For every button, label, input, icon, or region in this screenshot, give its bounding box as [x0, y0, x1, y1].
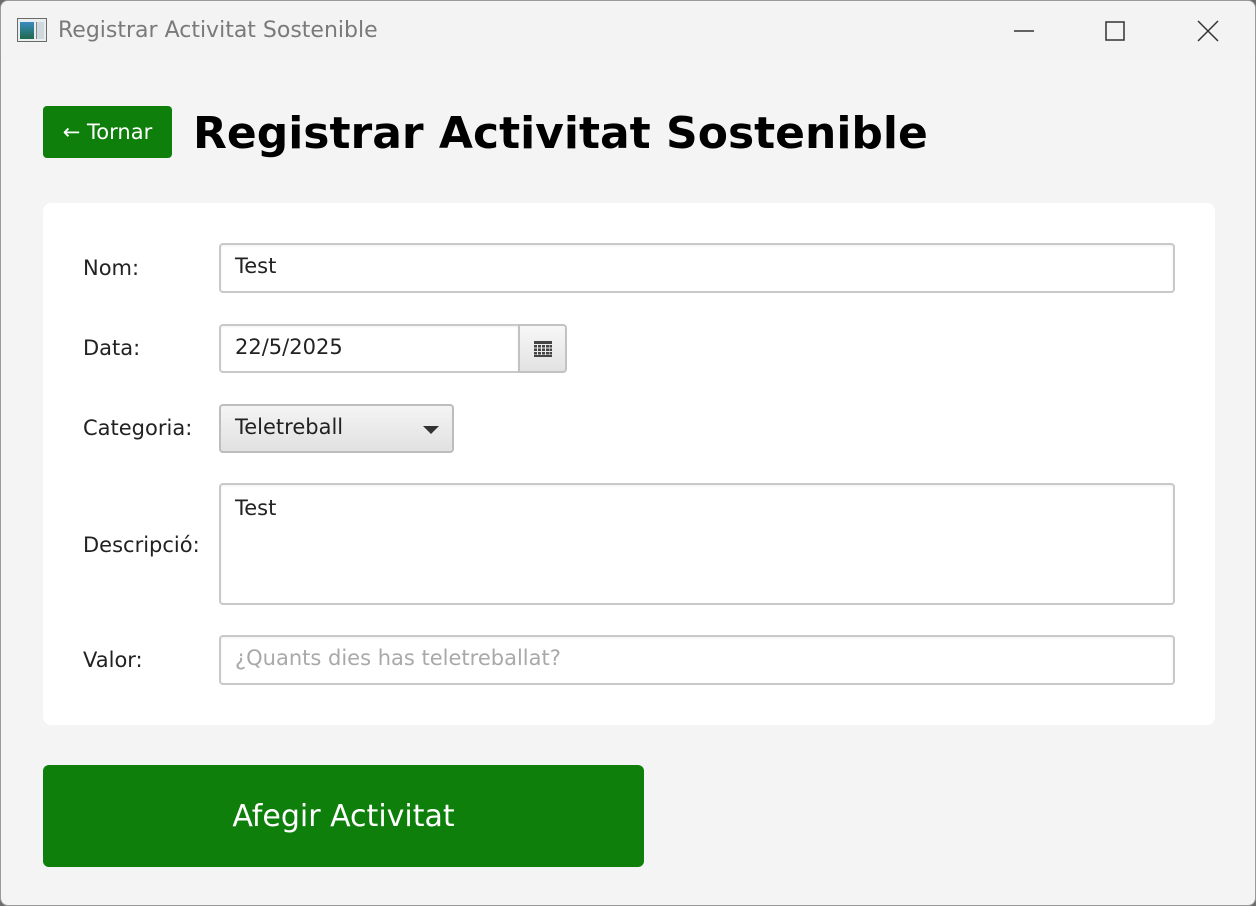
categoria-label: Categoria: [83, 416, 193, 440]
window-title: Registrar Activitat Sostenible [58, 18, 378, 43]
valor-label: Valor: [83, 648, 143, 672]
chevron-down-icon [423, 426, 439, 434]
descripcio-value: Test [235, 496, 277, 520]
close-button[interactable] [1185, 11, 1231, 51]
descripcio-label: Descripció: [83, 533, 200, 557]
date-value: 22/5/2025 [235, 335, 343, 359]
calendar-icon [533, 340, 552, 357]
valor-placeholder: ¿Quants dies has teletreballat? [235, 646, 561, 670]
date-input[interactable]: 22/5/2025 [219, 324, 520, 373]
maximize-icon [1105, 21, 1125, 41]
nom-value: Test [235, 254, 277, 278]
categoria-select[interactable]: Teletreball [219, 404, 454, 453]
descripcio-textarea[interactable]: Test [219, 483, 1175, 605]
back-button[interactable]: ← Tornar [43, 106, 172, 158]
maximize-button[interactable] [1092, 11, 1138, 51]
nom-input[interactable]: Test [219, 243, 1175, 293]
add-activity-button[interactable]: Afegir Activitat [43, 765, 644, 867]
close-icon [1197, 20, 1219, 42]
date-picker-button[interactable] [518, 324, 567, 373]
title-bar: Registrar Activitat Sostenible [1, 1, 1255, 61]
nom-label: Nom: [83, 256, 140, 280]
app-window: Registrar Activitat Sostenible ← Tornar … [0, 0, 1256, 906]
page-title: Registrar Activitat Sostenible [193, 108, 928, 159]
minimize-icon [1014, 30, 1034, 32]
valor-input[interactable]: ¿Quants dies has teletreballat? [219, 635, 1175, 685]
data-label: Data: [83, 336, 141, 360]
categoria-selected: Teletreball [235, 415, 344, 439]
minimize-button[interactable] [1001, 11, 1047, 51]
app-icon [17, 18, 47, 42]
